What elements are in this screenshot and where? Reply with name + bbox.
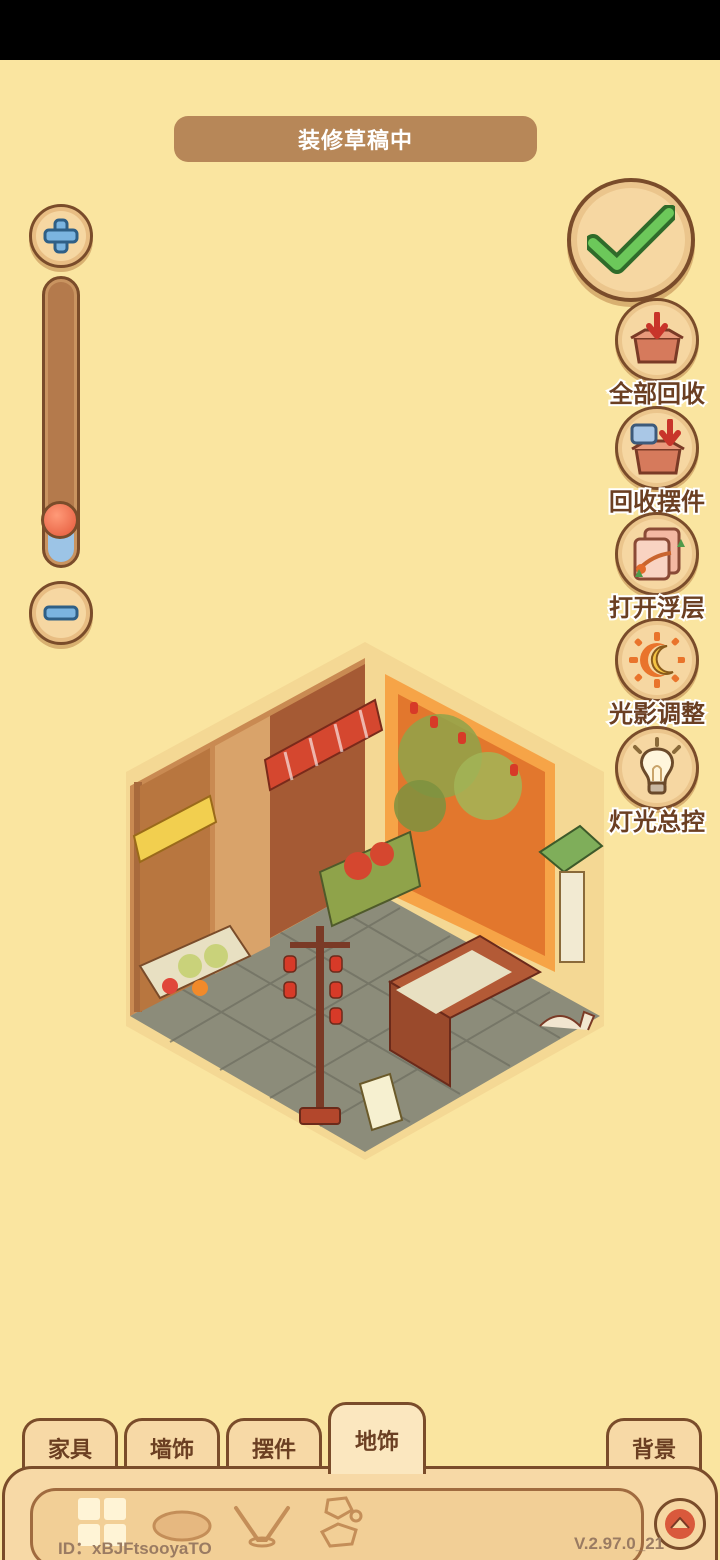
zoom-slider-handle[interactable]: [41, 500, 79, 539]
tab-floor-decor[interactable]: 地饰: [328, 1402, 426, 1474]
status-bar: [0, 0, 720, 60]
lamp-post: [316, 926, 324, 1116]
recycle-all-label: 全部回收: [607, 379, 707, 410]
chevron-up-icon: [665, 1509, 695, 1539]
minus-icon: [43, 605, 79, 621]
open-layer-tool[interactable]: 打开浮层: [604, 512, 710, 624]
box-recycle-icon: [615, 298, 699, 382]
layer-icon: [615, 512, 699, 596]
lightbulb-icon: [615, 726, 699, 810]
sun-moon-icon: [615, 618, 699, 702]
recycle-items-tool[interactable]: 回收摆件: [604, 406, 710, 518]
light-shadow-tool[interactable]: 光影调整: [604, 618, 710, 730]
isometric-room[interactable]: [120, 636, 610, 1166]
checkmark-icon: [587, 205, 675, 274]
stone-category-icon[interactable]: [318, 1496, 366, 1550]
confirm-button[interactable]: [567, 178, 695, 302]
plant-category-icon[interactable]: [232, 1504, 292, 1548]
zoom-out-button[interactable]: [29, 581, 93, 645]
zoom-in-button[interactable]: [29, 204, 93, 268]
player-id: ID：xBJFtsooyaTO: [58, 1539, 212, 1558]
draft-status-banner: 装修草稿中: [174, 116, 537, 162]
plus-icon: [43, 218, 79, 254]
box-recycle-item-icon: [615, 406, 699, 490]
light-control-tool[interactable]: 灯光总控: [604, 726, 710, 838]
version-label: V.2.97.0_21: [574, 1534, 665, 1553]
light-shadow-label: 光影调整: [607, 699, 707, 730]
recycle-all-tool[interactable]: 全部回收: [604, 298, 710, 410]
light-control-label: 灯光总控: [607, 807, 707, 838]
